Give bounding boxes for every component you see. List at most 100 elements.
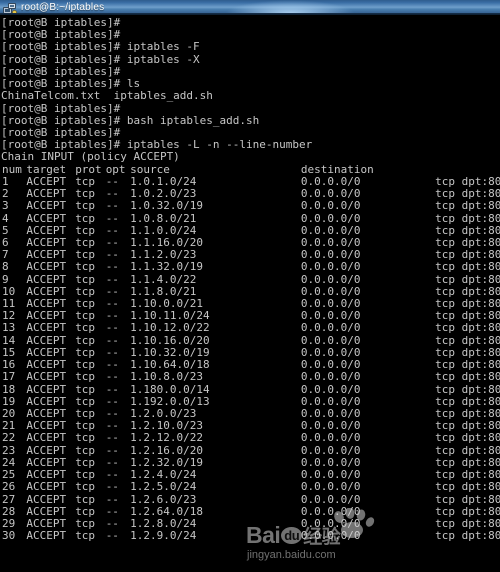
cell-target: ACCEPT — [26, 480, 67, 494]
terminal-output-line: Chain INPUT (policy ACCEPT) — [1, 150, 180, 164]
cell-source: 1.0.8.0/21 — [130, 211, 197, 225]
cell-extra: tcp dpt:80 — [435, 199, 500, 213]
cell-target: ACCEPT — [26, 382, 67, 396]
cell-target: ACCEPT — [26, 370, 67, 384]
cell-extra: tcp dpt:80 — [435, 480, 500, 494]
cell-source: 1.2.5.0/24 — [130, 480, 197, 494]
cell-prot: tcp — [75, 480, 96, 494]
cell-extra: tcp dpt:80 — [435, 211, 500, 225]
cell-opt: -- — [105, 272, 119, 286]
cell-destination: 0.0.0.0/0 — [300, 321, 361, 335]
table-header: num target prot opt source destination — [1, 162, 500, 176]
cell-source: 1.1.32.0/19 — [130, 260, 203, 274]
cell-destination: 0.0.0.0/0 — [300, 199, 361, 213]
cell-target: ACCEPT — [26, 492, 67, 506]
cell-target: ACCEPT — [26, 431, 67, 445]
cell-prot: tcp — [75, 492, 96, 506]
cell-opt: -- — [105, 199, 119, 213]
cell-prot: tcp — [75, 321, 96, 335]
cell-source: 1.1.4.0/22 — [130, 272, 197, 286]
table-row: 22 ACCEPT tcp -- 1.2.12.0/22 0.0.0.0/0 tcp dpt… — [1, 432, 500, 444]
terminal-screen[interactable]: [root@B iptables]# [root@B iptables]# [roo… — [0, 15, 500, 572]
cell-num: 17 — [2, 370, 16, 384]
cell-opt: opt — [105, 162, 126, 176]
cell-opt: -- — [105, 480, 119, 494]
command-history: [root@B iptables]# [root@B iptables]# [roo… — [1, 16, 500, 164]
cell-destination: 0.0.0.0/0 — [300, 260, 361, 274]
cell-prot: tcp — [75, 431, 96, 445]
cell-num: 22 — [2, 431, 16, 445]
cell-extra: tcp dpt:80 — [435, 492, 500, 506]
cell-target: ACCEPT — [26, 321, 67, 335]
cell-source: 1.2.6.0/23 — [130, 492, 197, 506]
table-row: 13 ACCEPT tcp -- 1.10.12.0/22 0.0.0.0/0 tcp dp… — [1, 322, 500, 334]
cell-prot: tcp — [75, 529, 96, 543]
cell-num: 13 — [2, 321, 16, 335]
cell-prot: tcp — [75, 199, 96, 213]
cell-extra: tcp dpt:80 — [435, 272, 500, 286]
cell-source: 1.2.12.0/22 — [130, 431, 203, 445]
cell-num: 9 — [2, 272, 9, 286]
cell-opt: -- — [105, 492, 119, 506]
cell-prot: prot — [75, 162, 102, 176]
cell-destination: 0.0.0.0/0 — [300, 492, 361, 506]
window-titlebar[interactable]: root@B:~/iptables — [0, 0, 500, 15]
cell-target: ACCEPT — [26, 211, 67, 225]
table-row: 8 ACCEPT tcp -- 1.1.32.0/19 0.0.0.0/0 tcp dpt:… — [1, 261, 500, 273]
cell-destination: 0.0.0.0/0 — [300, 480, 361, 494]
terminal-window: root@B:~/iptables [root@B iptables]# [roo… — [0, 0, 500, 572]
terminal-command-line: [root@B iptables]# — [1, 101, 121, 115]
cell-opt: -- — [105, 211, 119, 225]
cell-opt: -- — [105, 529, 119, 543]
cell-opt: -- — [105, 260, 119, 274]
cell-source: 1.10.8.0/23 — [130, 370, 203, 384]
terminal-command-line: [root@B iptables]# iptables -F — [1, 40, 200, 54]
table-row: 3 ACCEPT tcp -- 1.0.32.0/19 0.0.0.0/0 tcp dpt:… — [1, 200, 500, 212]
cell-destination: 0.0.0.0/0 — [300, 211, 361, 225]
cell-num: 26 — [2, 480, 16, 494]
terminal-output-line: ChinaTelcom.txt iptables_add.sh — [1, 89, 213, 103]
cell-destination: 0.0.0.0/0 — [300, 431, 361, 445]
cell-num: 4 — [2, 211, 9, 225]
cell-destination: 0.0.0.0/0 — [300, 382, 361, 396]
cell-source: 1.10.12.0/22 — [130, 321, 210, 335]
cell-target: ACCEPT — [26, 529, 67, 543]
cell-extra: tcp dpt:80 — [435, 321, 500, 335]
cell-source: 1.180.0.0/14 — [130, 382, 210, 396]
cell-extra: tcp dpt:80 — [435, 529, 500, 543]
cell-destination: 0.0.0.0/0 — [300, 529, 361, 543]
cell-target: ACCEPT — [26, 272, 67, 286]
cell-num: 3 — [2, 199, 9, 213]
table-row: 4 ACCEPT tcp -- 1.0.8.0/21 0.0.0.0/0 tcp dpt:8… — [1, 211, 500, 225]
table-row: 17 ACCEPT tcp -- 1.10.8.0/23 0.0.0.0/0 tcp dpt… — [1, 371, 500, 383]
table-row: 27 ACCEPT tcp -- 1.2.6.0/23 0.0.0.0/0 tcp dpt:… — [1, 492, 500, 506]
cell-opt: -- — [105, 431, 119, 445]
cell-prot: tcp — [75, 382, 96, 396]
cell-opt: -- — [105, 321, 119, 335]
cell-target: ACCEPT — [26, 260, 67, 274]
cell-extra: tcp dpt:80 — [435, 370, 500, 384]
table-row: 30 ACCEPT tcp -- 1.2.9.0/24 0.0.0.0/0 tcp dpt:… — [1, 529, 500, 543]
cell-prot: tcp — [75, 211, 96, 225]
cell-opt: -- — [105, 382, 119, 396]
table-row: 18 ACCEPT tcp -- 1.180.0.0/14 0.0.0.0/0 tcp dp… — [1, 382, 500, 396]
window-title: root@B:~/iptables — [21, 2, 105, 13]
cell-prot: tcp — [75, 260, 96, 274]
cell-target: ACCEPT — [26, 199, 67, 213]
cell-destination: 0.0.0.0/0 — [300, 272, 361, 286]
cell-num: 18 — [2, 382, 16, 396]
cell-destination: destination — [300, 162, 374, 176]
cell-extra: tcp dpt:80 — [435, 260, 500, 274]
cell-source: source — [130, 162, 170, 176]
table-header-row: num target prot opt source destination — [1, 162, 500, 176]
cell-num: num — [2, 162, 22, 176]
cell-source: 1.2.9.0/24 — [130, 529, 197, 543]
cell-num: 27 — [2, 492, 16, 506]
cell-prot: tcp — [75, 370, 96, 384]
cell-source: 1.0.32.0/19 — [130, 199, 203, 213]
cell-extra: tcp dpt:80 — [435, 431, 500, 445]
table-row: 26 ACCEPT tcp -- 1.2.5.0/24 0.0.0.0/0 tcp dpt:… — [1, 481, 500, 493]
cell-prot: tcp — [75, 272, 96, 286]
cell-num: 30 — [2, 529, 16, 543]
cell-opt: -- — [105, 370, 119, 384]
